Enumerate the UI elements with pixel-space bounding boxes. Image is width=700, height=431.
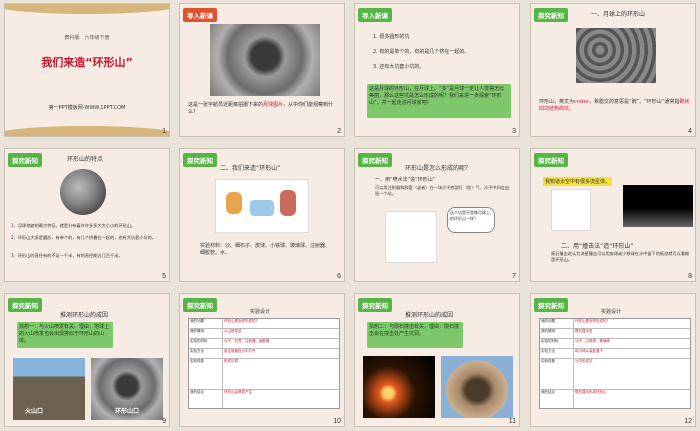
table-row: 我的结论 陨石撞击形成环形山	[540, 390, 690, 408]
slide-number: 10	[333, 418, 341, 425]
section-tag: 探究新知	[534, 153, 568, 167]
section-tag: 探究新知	[534, 298, 568, 312]
table-row: 我的问题 环形山是怎样形成的？	[540, 319, 690, 329]
grade-label: 教科版 六年级下册	[64, 35, 110, 41]
slide-thumbnail-3[interactable]: 导入新课 1. 很多圆形的坑 2. 有的是单个的，有的是几个挤在一起的。 3. …	[354, 3, 520, 137]
slide-number: 7	[512, 273, 516, 280]
speech-bubble: 这个坑是不是像月球上的环形山一样？	[447, 207, 495, 233]
decor-wave	[5, 4, 169, 14]
table-row: 实验现象 沙中形成坑	[540, 359, 690, 390]
method-step: 一、用“喷水法”造“环形山”	[375, 177, 436, 183]
experiment-table: 我的问题 环形山是怎样形成的？ 我的猜测 火山喷发说 实验的材料 沙子、石膏、注射器、…	[188, 318, 340, 409]
table-row: 我的问题 环形山是怎样形成的？	[189, 319, 339, 329]
slide-number: 11	[508, 418, 516, 425]
slide-heading: 二、我们来造“环形山”	[220, 165, 281, 172]
slide-heading: 环形山是怎么形成的呢？	[405, 165, 472, 172]
slide-body: 环形山，英文为crater，希腊文的意思是“碗”。“环形山”通常指碗状凹坑结构的…	[539, 99, 690, 112]
section-tag: 探究新知	[534, 8, 568, 22]
banner-text: 我知道太空中有很多流星体。	[543, 177, 613, 186]
slide-thumbnail-6[interactable]: 探究新知 二、我们来造“环形山” 实验材料：沙、细石子、皮球、小铁球、玻璃球、注…	[179, 148, 345, 282]
image-label: 环形山口	[115, 408, 140, 415]
observation-item: 2. 有的是单个的，有的是几个挤在一起的。	[373, 49, 470, 55]
table-row: 实验方法 将小球从高处落下	[540, 349, 690, 359]
footer-text: 第一PPT模板网-WWW.1PPT.COM	[48, 105, 126, 111]
moon-surface-photo	[576, 28, 656, 83]
caption: 这是一张宇航员近距离拍摄下来的月球图片，从中你们能观察到什么？	[188, 102, 334, 115]
slide-number: 2	[337, 128, 341, 135]
slide-thumbnail-grid: 教科版 六年级下册 我们来造“环形山” 第一PPT模板网-WWW.1PPT.CO…	[4, 3, 696, 428]
feature-point: 3、环形山的直径有的不足一千米，有的直径能达几百千米。	[11, 253, 123, 258]
section-tag: 探究新知	[183, 153, 217, 167]
materials-text: 实验材料：沙、细石子、皮球、小铁球、玻璃球、注射器、细胶管、水。	[200, 243, 331, 256]
slide-heading: 环形山的特点	[67, 156, 104, 163]
slide-number: 3	[512, 128, 516, 135]
table-row: 实验的材料 沙子、石膏、注射器、细胶管	[189, 339, 339, 349]
experiment-table: 我的问题 环形山是怎样形成的？ 我的猜测 陨石撞击说 实验的材料 沙子、小铁球、玻璃球…	[539, 318, 691, 409]
section-tag: 探究新知	[358, 298, 392, 312]
child-illustration	[551, 189, 591, 231]
section-tag: 探究新知	[8, 298, 42, 312]
section-tag: 探究新知	[8, 153, 42, 167]
slide-thumbnail-7[interactable]: 探究新知 环形山是怎么形成的呢？ 一、用“喷水法”造“环形山” 可以用注射器和胶…	[354, 148, 520, 282]
slide-number: 5	[162, 273, 166, 280]
table-row: 实验方法 用注射器在沙中打气	[189, 349, 339, 359]
slide-number: 12	[684, 418, 692, 425]
slide-number: 6	[337, 273, 341, 280]
slide-heading: 实验设计	[250, 309, 271, 315]
slide-number: 4	[688, 128, 692, 135]
section-tag: 导入新课	[183, 8, 217, 22]
section-tag: 探究新知	[358, 153, 392, 167]
observation-item: 1. 很多圆形的坑	[373, 34, 410, 40]
slide-title: 我们来造“环形山”	[41, 56, 133, 69]
feature-point: 1、月球地貌的最大特征，就是分布着许许多多大大小小的环形山。	[11, 223, 136, 228]
syringe-illustration	[385, 211, 437, 263]
slide-heading: 实验设计	[601, 309, 622, 315]
slide-number: 8	[688, 273, 692, 280]
table-row: 实验的材料 沙子、小铁球、玻璃球	[540, 339, 690, 349]
table-row: 我的结论 环形山由喷发产生	[189, 390, 339, 408]
kids-experiment-illustration	[215, 179, 309, 233]
section-tag: 导入新课	[358, 8, 392, 22]
slide-thumbnail-1[interactable]: 教科版 六年级下册 我们来造“环形山” 第一PPT模板网-WWW.1PPT.CO…	[4, 3, 170, 137]
slide-heading: 推测环形山的成因	[60, 312, 109, 319]
slide-body: 陨石撞击说认为流星撞击可以用皮球或小铁球在沙中留下的痕迹就可以看做是环形山。	[551, 251, 690, 262]
meteor-photo	[363, 356, 435, 418]
slide-thumbnail-11[interactable]: 探究新知 推测环形山的成因 猜想二：与陨石撞击有关。理由：陨石撞击会在撞击处产生…	[354, 293, 520, 427]
moon-crater-photo	[210, 24, 320, 96]
slide-number: 9	[162, 418, 166, 425]
hypothesis-box: 猜想二：与陨石撞击有关。理由：陨石撞击会在撞击处产生坑洞。	[367, 322, 463, 348]
decor-wave	[5, 126, 169, 136]
observation-item: 3. 还有大坑套小坑的。	[373, 64, 425, 70]
moon-horizon-photo	[623, 185, 693, 227]
image-label: 火山口	[25, 408, 44, 415]
moon-image	[60, 169, 106, 215]
impact-crater-photo	[441, 356, 513, 418]
slide-number: 1	[162, 128, 166, 135]
method-step: 可以用注射器和胶管（或者）在一块沙子底部打（吹）气，沙子中间会出现一个坑。	[375, 185, 510, 196]
slide-thumbnail-4[interactable]: 探究新知 一、月球上的环形山 环形山，英文为crater，希腊文的意思是“碗”。…	[530, 3, 696, 137]
feature-point: 2、环形山大多是圆形，有单个的，有几个挤叠在一起的，也有大坑套小坑的。	[11, 235, 157, 240]
table-row: 我的猜测 陨石撞击说	[540, 329, 690, 339]
table-row: 实验现象 形成坑洞	[189, 359, 339, 390]
slide-thumbnail-5[interactable]: 探究新知 环形山的特点 1、月球地貌的最大特征，就是分布着许许多多大大小小的环形…	[4, 148, 170, 282]
hypothesis-box: 猜想一：与火山喷发有关。理由：地球上的火山喷发也会出现类似于环形山的山体。	[17, 322, 113, 348]
slide-thumbnail-8[interactable]: 探究新知 我知道太空中有很多流星体。 二、用“撞击法”造“环形山” 陨石撞击说认…	[530, 148, 696, 282]
info-box: 这是月球的环形山，在月球上。“多”是月球一定让人觉得无比美丽，那么这些坑是怎么形…	[367, 84, 511, 118]
slide-thumbnail-10[interactable]: 探究新知 实验设计 我的问题 环形山是怎样形成的？ 我的猜测 火山喷发说 实验的材料…	[179, 293, 345, 427]
slide-heading: 推测环形山的成因	[405, 312, 454, 319]
volcano-photo	[13, 358, 85, 420]
section-tag: 探究新知	[183, 298, 217, 312]
table-row: 我的猜测 火山喷发说	[189, 329, 339, 339]
slide-thumbnail-12[interactable]: 探究新知 实验设计 我的问题 环形山是怎样形成的？ 我的猜测 陨石撞击说 实验的材料…	[530, 293, 696, 427]
slide-thumbnail-2[interactable]: 导入新课 这是一张宇航员近距离拍摄下来的月球图片，从中你们能观察到什么？ 2	[179, 3, 345, 137]
slide-thumbnail-9[interactable]: 探究新知 推测环形山的成因 猜想一：与火山喷发有关。理由：地球上的火山喷发也会出…	[4, 293, 170, 427]
slide-heading: 一、月球上的环形山	[591, 11, 646, 18]
slide-heading: 二、用“撞击法”造“环形山”	[561, 243, 634, 250]
